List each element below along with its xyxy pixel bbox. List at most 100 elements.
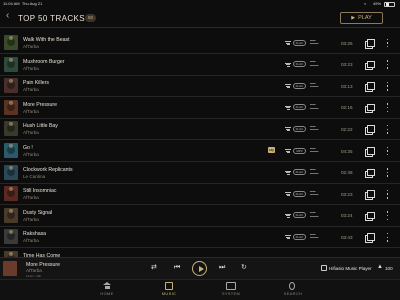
quality-info-icon: ▬▬ ▬▬▬ <box>310 167 319 175</box>
more-options-icon[interactable] <box>386 38 389 48</box>
track-duration: 02:48 <box>341 170 353 176</box>
now-playing-artwork[interactable] <box>3 261 17 276</box>
output-device-label[interactable]: Hifiasio Music Player <box>329 266 372 271</box>
add-to-queue-icon[interactable] <box>365 103 375 114</box>
signal-icon <box>285 192 291 196</box>
quality-info-icon: ▬▬ ▬▬▬ <box>310 37 319 45</box>
quality-info-icon: ▬▬ ▬▬▬ <box>310 123 319 132</box>
track-row[interactable]: Mushroom Burger AfTarba FLAC ▬▬ ▬▬▬ 03:23 <box>0 55 400 76</box>
add-to-queue-icon[interactable] <box>365 190 375 200</box>
status-bar: 11:04 AM Thu Aug 21 ≈ 49% <box>0 0 400 8</box>
track-row[interactable]: Rakshasa AfTarba FLAC ▬▬ ▬▬▬ 03:43 <box>0 227 400 249</box>
quality-info-icon: ▬▬ ▬▬▬ <box>310 145 319 153</box>
format-badge: FLAC <box>293 190 306 197</box>
search-icon <box>289 282 295 290</box>
play-pause-button[interactable] <box>192 261 207 276</box>
track-row[interactable]: Walk With the Beast AfTarba FLAC ▬▬ ▬▬▬ 03:26 <box>0 33 400 54</box>
shuffle-icon[interactable]: ⇄ <box>151 264 157 272</box>
add-to-queue-icon[interactable] <box>365 147 375 157</box>
track-row[interactable]: Pain Killers AfTarba FLAC ▬▬ ▬▬▬ 03:13 <box>0 76 400 98</box>
play-icon: ▶ <box>351 15 356 21</box>
add-to-queue-icon[interactable] <box>365 60 375 71</box>
more-options-icon[interactable] <box>386 232 389 242</box>
add-to-queue-icon[interactable] <box>365 39 375 49</box>
track-row[interactable]: Clockwork Replicants Le Cantina FLAC ▬▬ ▬▬▬ 0… <box>0 163 400 184</box>
format-badge: FLAC <box>293 39 306 46</box>
track-row[interactable]: Hush Little Bay AfTarba FLAC ▬▬ ▬▬▬ 02:22 <box>0 119 400 141</box>
more-options-icon[interactable] <box>386 60 389 70</box>
more-options-icon[interactable] <box>386 81 389 91</box>
track-duration: 03:23 <box>341 62 353 68</box>
track-row[interactable]: Dusty Signal AfTarba FLAC ▬▬ ▬▬▬ 03:24 <box>0 206 400 227</box>
track-duration: 03:26 <box>341 40 353 46</box>
add-to-queue-icon[interactable] <box>365 82 375 92</box>
track-artist: AfTarba <box>23 238 39 244</box>
more-options-icon[interactable] <box>386 103 389 113</box>
battery-icon <box>384 1 395 7</box>
track-duration: 03:24 <box>341 213 353 219</box>
next-icon[interactable]: ⏭ <box>219 264 225 272</box>
tab-home-label: HOME <box>100 291 114 296</box>
track-duration: 03:43 <box>341 234 353 240</box>
home-icon <box>103 282 111 290</box>
tab-home[interactable]: HOME <box>87 282 127 296</box>
track-artist: AfTarba <box>23 216 39 222</box>
format-badge: FLAC <box>293 212 306 219</box>
track-artwork[interactable] <box>4 207 18 223</box>
track-row[interactable]: Still Insomniac AfTarba FLAC ▬▬ ▬▬▬ 03:23 <box>0 184 400 206</box>
battery-percent: 49% <box>373 1 382 6</box>
add-to-queue-icon[interactable] <box>365 125 375 135</box>
track-artwork[interactable] <box>4 99 18 115</box>
tab-music[interactable]: MUSIC <box>149 282 189 296</box>
tab-search-label: SEARCH <box>283 291 303 296</box>
track-artwork[interactable] <box>4 121 18 137</box>
add-to-queue-icon[interactable] <box>365 233 375 243</box>
status-time: 11:04 AM Thu Aug 21 <box>3 1 43 6</box>
track-artwork[interactable] <box>4 186 18 202</box>
quality-info-icon: ▬▬ ▬▬▬ <box>310 210 319 218</box>
previous-icon[interactable]: ⏮ <box>174 264 180 272</box>
track-row[interactable]: Go ! AfTarba HQ MP3 ▬▬ ▬▬▬ 04:35 <box>0 141 400 162</box>
track-artwork[interactable] <box>4 143 18 158</box>
tab-system-label: SYSTEM <box>221 291 241 296</box>
tab-search[interactable]: SEARCH <box>273 282 313 296</box>
signal-icon <box>285 213 291 218</box>
format-badge: FLAC <box>293 61 306 68</box>
back-chevron-icon[interactable]: ‹ <box>6 11 9 21</box>
volume-icon[interactable]: ▲ <box>377 264 383 270</box>
add-to-queue-icon[interactable] <box>365 168 375 179</box>
page-title: TOP 50 TRACKS <box>18 13 86 23</box>
track-row[interactable]: More Pressure AfTarba FLAC ▬▬ ▬▬▬ 02:16 <box>0 98 400 119</box>
music-icon <box>165 282 173 290</box>
more-options-icon[interactable] <box>386 168 389 178</box>
tab-system[interactable]: SYSTEM <box>211 282 251 296</box>
track-artwork[interactable] <box>4 164 18 180</box>
track-title: Go ! <box>23 145 33 151</box>
track-artwork[interactable] <box>4 35 18 50</box>
more-options-icon[interactable] <box>386 146 389 156</box>
more-options-icon[interactable] <box>386 211 389 221</box>
track-artist: AfTarba <box>23 65 39 71</box>
play-button-label: PLAY <box>358 15 372 21</box>
quality-info-icon: ▬▬ ▬▬▬ <box>310 102 319 110</box>
now-playing-bar[interactable]: More Pressure AfTarba FLAC / 44k ⇄ ⏮ ⏭ ↻… <box>0 257 400 279</box>
track-artist: AfTarba <box>23 130 39 136</box>
track-artwork[interactable] <box>4 78 18 94</box>
play-all-button[interactable]: ▶ PLAY <box>340 12 383 24</box>
repeat-icon[interactable]: ↻ <box>241 264 247 272</box>
quality-info-icon: ▬▬ ▬▬▬ <box>310 188 319 197</box>
output-device-icon[interactable] <box>321 265 327 271</box>
more-options-icon[interactable] <box>386 189 389 199</box>
track-artwork[interactable] <box>4 56 18 72</box>
more-options-icon[interactable] <box>386 124 389 134</box>
format-badge: FLAC <box>293 233 306 240</box>
track-title: More Pressure <box>23 101 58 108</box>
track-title: Mushroom Burger <box>23 58 65 65</box>
add-to-queue-icon[interactable] <box>365 211 375 222</box>
track-artwork[interactable] <box>4 229 18 245</box>
track-duration: 03:23 <box>341 191 353 197</box>
quality-info-icon: ▬▬ ▬▬▬ <box>310 231 319 240</box>
signal-icon <box>285 41 291 45</box>
track-artist: AfTarba <box>23 108 39 114</box>
track-title: Dusty Signal <box>23 209 53 216</box>
